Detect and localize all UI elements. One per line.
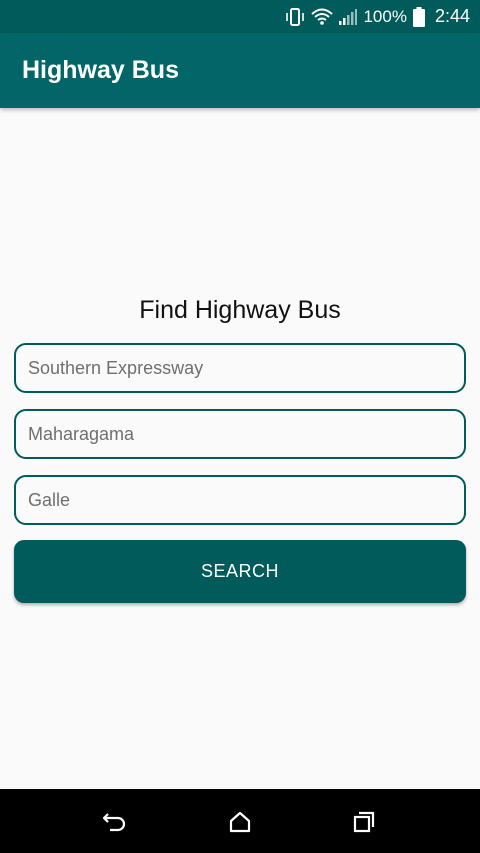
- main-content: Find Highway Bus SEARCH: [0, 108, 480, 789]
- app-title: Highway Bus: [22, 56, 179, 84]
- search-button[interactable]: SEARCH: [14, 540, 466, 603]
- page-heading: Find Highway Bus: [139, 296, 341, 324]
- route-input[interactable]: [14, 343, 466, 393]
- navigation-bar: [0, 789, 480, 853]
- battery-percent: 100%: [363, 6, 407, 26]
- from-input[interactable]: [14, 409, 466, 459]
- vibrate-icon: [285, 7, 305, 26]
- to-input[interactable]: [14, 475, 466, 525]
- back-icon[interactable]: [100, 807, 130, 837]
- status-bar: 100% 2:44: [0, 0, 480, 33]
- battery-icon: [412, 6, 425, 27]
- app-bar: Highway Bus: [0, 33, 480, 108]
- signal-icon: [339, 8, 358, 25]
- recents-icon[interactable]: [349, 807, 379, 837]
- wifi-icon: [311, 7, 334, 27]
- home-icon[interactable]: [225, 807, 255, 837]
- clock: 2:44: [434, 6, 470, 26]
